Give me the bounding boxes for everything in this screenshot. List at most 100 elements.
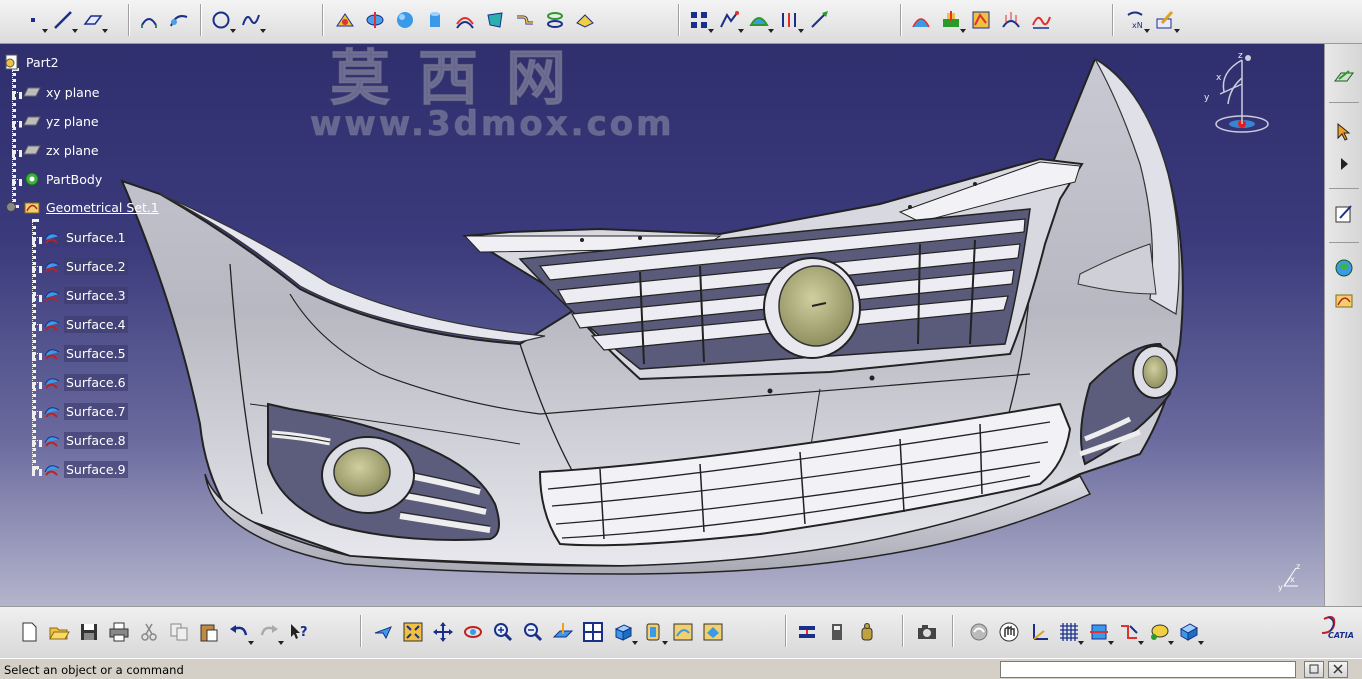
extract-icon[interactable] xyxy=(570,5,600,35)
cut-icon[interactable] xyxy=(134,617,164,647)
point-icon[interactable] xyxy=(18,5,48,35)
translate-icon[interactable] xyxy=(774,5,804,35)
normal-view-icon[interactable] xyxy=(548,617,578,647)
tree-node-surface[interactable]: Surface.4 xyxy=(42,314,128,334)
distance-analysis-icon[interactable] xyxy=(1026,5,1056,35)
save-icon[interactable] xyxy=(74,617,104,647)
pattern-icon[interactable] xyxy=(684,5,714,35)
curve-toolbar xyxy=(206,3,266,37)
capture-icon[interactable] xyxy=(912,617,942,647)
catalog-icon[interactable] xyxy=(1174,617,1204,647)
restore-button[interactable] xyxy=(1304,661,1324,678)
swap-visible-icon[interactable] xyxy=(698,617,728,647)
tree-node-surface[interactable]: Surface.3 xyxy=(42,285,128,305)
snap-icon[interactable] xyxy=(994,617,1024,647)
tree-node-surface[interactable]: Surface.9 xyxy=(42,459,128,479)
circle-icon[interactable] xyxy=(206,5,236,35)
tree-node-part[interactable]: Part2 xyxy=(2,52,61,72)
compass-y-label: y xyxy=(1204,93,1210,103)
zoom-in-icon[interactable] xyxy=(488,617,518,647)
close-button[interactable] xyxy=(1328,661,1348,678)
fly-mode-icon[interactable] xyxy=(368,617,398,647)
axis-system-icon[interactable]: xN xyxy=(1120,5,1150,35)
axis-icon[interactable] xyxy=(1024,617,1054,647)
extrapolate-icon[interactable] xyxy=(804,5,834,35)
constraint-icon[interactable] xyxy=(1114,617,1144,647)
tree-node-yz-plane[interactable]: yz plane xyxy=(22,111,101,131)
rotate-icon[interactable] xyxy=(458,617,488,647)
multi-view-icon[interactable] xyxy=(578,617,608,647)
sketch-icon[interactable] xyxy=(1330,64,1358,92)
draft-analysis-icon[interactable] xyxy=(906,5,936,35)
fill-icon[interactable] xyxy=(480,5,510,35)
hide-show-icon[interactable] xyxy=(668,617,698,647)
right-toolbar xyxy=(1324,44,1362,606)
tree-node-surface[interactable]: Surface.6 xyxy=(42,372,128,392)
blend-icon[interactable] xyxy=(510,5,540,35)
iso-view-icon[interactable] xyxy=(608,617,638,647)
tree-node-partbody[interactable]: PartBody xyxy=(22,169,104,189)
update-icon[interactable] xyxy=(964,617,994,647)
pan-icon[interactable] xyxy=(428,617,458,647)
shading-icon[interactable] xyxy=(638,617,668,647)
new-icon[interactable] xyxy=(14,617,44,647)
knowledge-icon[interactable] xyxy=(1330,254,1358,282)
mass-icon[interactable] xyxy=(852,617,882,647)
cylinder-icon[interactable] xyxy=(420,5,450,35)
grid-icon[interactable] xyxy=(1054,617,1084,647)
transform-icon[interactable] xyxy=(714,5,744,35)
plane-icon[interactable] xyxy=(78,5,108,35)
print-icon[interactable] xyxy=(104,617,134,647)
tree-node-surface[interactable]: Surface.8 xyxy=(42,430,128,450)
split-icon[interactable] xyxy=(360,5,390,35)
plane-icon xyxy=(22,140,42,160)
multisection-icon[interactable] xyxy=(540,5,570,35)
zoom-out-icon[interactable] xyxy=(518,617,548,647)
expand-icon[interactable] xyxy=(1330,150,1358,178)
compass[interactable]: z x y xyxy=(1190,48,1280,142)
curvature-analysis-icon[interactable] xyxy=(936,5,966,35)
undo-icon[interactable] xyxy=(224,617,254,647)
sketcher-icon[interactable] xyxy=(1150,5,1180,35)
tree-node-xy-plane[interactable]: xy plane xyxy=(22,82,101,102)
sweep-surface-icon[interactable] xyxy=(164,5,194,35)
fit-all-icon[interactable] xyxy=(398,617,428,647)
paste-icon[interactable] xyxy=(194,617,224,647)
tree-node-surface[interactable]: Surface.5 xyxy=(42,343,128,363)
specification-tree: Part2 xy plane yz plane zx plane PartBod… xyxy=(0,44,200,484)
redo-icon[interactable] xyxy=(254,617,284,647)
compass-z-label: z xyxy=(1238,51,1243,61)
measure-item-icon[interactable] xyxy=(822,617,852,647)
operations-toolbar xyxy=(330,3,600,37)
apply-material-icon[interactable] xyxy=(1144,617,1174,647)
tree-node-geometrical-set[interactable]: Geometrical Set.1 xyxy=(22,197,161,217)
extrude-surface-icon[interactable] xyxy=(134,5,164,35)
porcupine-icon[interactable] xyxy=(996,5,1026,35)
compass-x-label: x xyxy=(1216,73,1222,83)
select-icon[interactable] xyxy=(1330,118,1358,146)
sphere-icon[interactable] xyxy=(390,5,420,35)
measure-between-icon[interactable] xyxy=(792,617,822,647)
copy-icon[interactable] xyxy=(164,617,194,647)
join-icon[interactable] xyxy=(330,5,360,35)
tree-node-surface[interactable]: Surface.2 xyxy=(42,256,128,276)
tree-label-surface: Surface.7 xyxy=(64,402,128,420)
work-plane-icon[interactable] xyxy=(1084,617,1114,647)
tree-node-surface[interactable]: Surface.7 xyxy=(42,401,128,421)
surface-icon xyxy=(42,430,62,450)
connect-checker-icon[interactable] xyxy=(966,5,996,35)
geometrical-set-icon[interactable] xyxy=(1330,286,1358,314)
collapse-toggle[interactable] xyxy=(6,202,16,212)
command-input[interactable] xyxy=(1000,661,1296,678)
boundary-icon[interactable] xyxy=(744,5,774,35)
tree-node-surface[interactable]: Surface.1 xyxy=(42,227,128,247)
offset-icon[interactable] xyxy=(450,5,480,35)
axis-x-label: x xyxy=(1290,575,1295,584)
tree-node-zx-plane[interactable]: zx plane xyxy=(22,140,101,160)
line-icon[interactable] xyxy=(48,5,78,35)
spline-icon[interactable] xyxy=(236,5,266,35)
open-icon[interactable] xyxy=(44,617,74,647)
3d-viewport[interactable]: 莫西网 www.3dmox.com Part2 xy plane yz plan… xyxy=(0,44,1324,606)
whats-this-icon[interactable]: ? xyxy=(284,617,314,647)
edit-sketch-icon[interactable] xyxy=(1330,200,1358,228)
